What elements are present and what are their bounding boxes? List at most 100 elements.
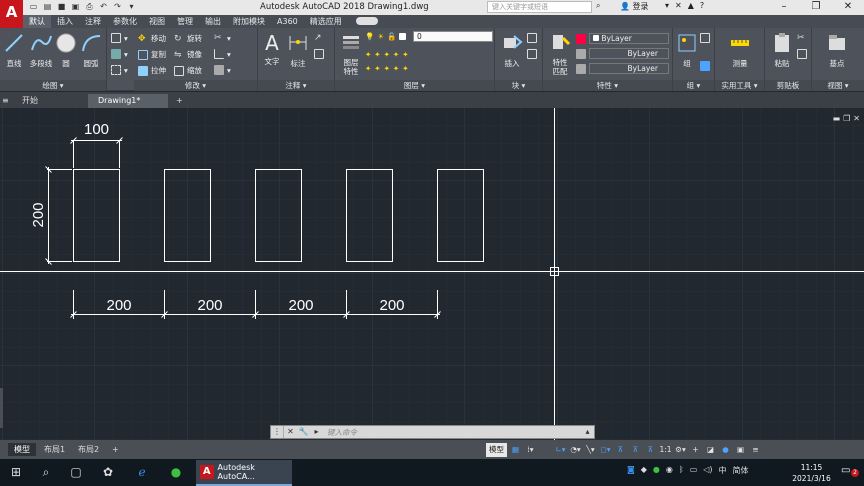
hatch-tool[interactable]: ▾ [111, 49, 128, 59]
lock-icon[interactable]: 🔓 [387, 32, 396, 41]
workspace-dropdown-icon[interactable]: ▾ [126, 1, 137, 12]
circle-button[interactable]: 圆 [55, 32, 77, 69]
insert-block-button[interactable]: 插入 [499, 32, 525, 69]
green-app-icon[interactable]: ● [166, 463, 186, 482]
layer-thaw-icon[interactable]: ✦ [393, 64, 399, 73]
ungroup-tool[interactable] [700, 33, 710, 43]
layer-iso-icon[interactable]: ✦ [365, 50, 371, 59]
panel-draw-title[interactable]: 绘图 ▾ [0, 80, 106, 91]
viewport-close-icon[interactable]: ✕ [853, 114, 860, 123]
base-view-button[interactable]: 基点 [824, 32, 850, 69]
tab-featured-apps[interactable]: 精选应用 [304, 15, 348, 28]
panel-layers-title[interactable]: 图层 ▾ [335, 80, 494, 91]
login-button[interactable]: 👤 登录 [620, 1, 649, 12]
panel-clipboard-title[interactable]: 剪贴板 [765, 80, 811, 91]
move-button[interactable]: ✥ 移动 [138, 33, 166, 44]
stretch-button[interactable]: 拉伸 [138, 65, 166, 76]
mirror-button[interactable]: ⇋ 镜像 [174, 49, 202, 60]
tab-layout1[interactable]: 布局1 [38, 443, 71, 456]
search-input[interactable]: 键入关键字或短语 [487, 1, 592, 13]
tab-model[interactable]: 模型 [8, 443, 36, 456]
save-icon[interactable]: ■ [56, 1, 67, 12]
undo-icon[interactable]: ↶ [98, 1, 109, 12]
command-settings-icon[interactable]: 🔧 [297, 426, 310, 438]
tab-a360[interactable]: A360 [271, 15, 304, 28]
new-tab-button[interactable]: + [172, 94, 187, 108]
hardware-accel-icon[interactable]: ● [719, 443, 732, 457]
paste-button[interactable]: 粘贴 [769, 32, 795, 69]
arc-button[interactable]: 圆弧 [80, 32, 102, 69]
lineweight-select[interactable]: ByLayer [589, 63, 669, 74]
layer-unlock-icon[interactable]: ✦ [402, 64, 408, 73]
command-close-icon[interactable]: ✕ [284, 426, 297, 438]
new-file-icon[interactable]: ▭ [28, 1, 39, 12]
viewport-minimize-icon[interactable]: ▬ [833, 114, 841, 123]
linetype-select[interactable]: ByLayer [589, 48, 669, 59]
new-layout-button[interactable]: + [106, 443, 125, 456]
windows-start-icon[interactable]: ⊞ [6, 463, 26, 482]
tab-output[interactable]: 输出 [199, 15, 227, 28]
layer-color-swatch[interactable] [399, 33, 407, 40]
layer-properties-button[interactable]: 图层 特性 [339, 32, 363, 76]
layer-previous-icon[interactable]: ✦ [384, 64, 390, 73]
app-tray-icon[interactable]: ◆ [641, 465, 647, 476]
command-prompt-icon[interactable]: ▸ [310, 426, 323, 438]
table-tool[interactable] [314, 49, 324, 59]
restore-button[interactable]: ❐ [800, 0, 832, 15]
application-menu-button[interactable]: A [0, 0, 23, 28]
layer-lock-icon[interactable]: ✦ [402, 50, 408, 59]
tab-layout2[interactable]: 布局2 [72, 443, 105, 456]
layer-current-icon[interactable]: ✦ [374, 64, 380, 73]
tab-drawing1[interactable]: Drawing1* ✕ [88, 94, 168, 119]
command-history-icon[interactable]: ▴ [581, 426, 594, 438]
model-space-button[interactable]: 模型 [486, 443, 507, 457]
pinwheel-app-icon[interactable]: ✿ [98, 463, 118, 482]
grid-toggle-icon[interactable]: ▦ [509, 443, 522, 457]
tab-view[interactable]: 视图 [143, 15, 171, 28]
create-block-tool[interactable] [527, 33, 537, 43]
dimension-button[interactable]: 标注 [287, 32, 309, 69]
search-taskbar-icon[interactable]: ⌕ [36, 463, 56, 482]
cut-tool[interactable]: ✂ [797, 33, 807, 43]
layer-select[interactable]: 0 [413, 31, 493, 42]
command-line-grip[interactable]: ⋮ [271, 426, 284, 438]
copy-clip-tool[interactable] [797, 49, 807, 59]
polar-toggle-icon[interactable]: ◔▾ [569, 443, 582, 457]
edit-block-tool[interactable] [527, 49, 537, 59]
cart-icon[interactable]: ▾ [665, 1, 669, 10]
tab-manage[interactable]: 管理 [171, 15, 199, 28]
notification-center-icon[interactable]: ▭ 2 [841, 465, 859, 479]
panel-properties-title[interactable]: 特性 ▾ [543, 80, 672, 91]
model-space[interactable]: 100 200 200 200 200 200 [0, 108, 864, 440]
osnap-toggle-icon[interactable]: ◻▾ [599, 443, 612, 457]
ime-label[interactable]: 简体 [733, 465, 749, 476]
taskbar-clock[interactable]: 11:15 2021/3/16 [789, 462, 834, 484]
plus-icon[interactable]: + [689, 443, 702, 457]
viewport-restore-icon[interactable]: ❐ [843, 114, 850, 123]
layer-match-icon[interactable]: ✦ [374, 50, 380, 59]
polyline-button[interactable]: 多段线 [27, 32, 55, 69]
print-icon[interactable]: ⎙ [84, 1, 95, 12]
save-as-icon[interactable]: ▣ [70, 1, 81, 12]
command-input[interactable]: 键入命令 [323, 427, 581, 438]
open-file-icon[interactable]: ▤ [42, 1, 53, 12]
line-button[interactable]: 直线 [3, 32, 25, 69]
volume-icon[interactable]: ◁) [703, 465, 712, 476]
scale-button[interactable]: 缩放 [174, 65, 202, 76]
help-icon[interactable]: ? [700, 1, 704, 10]
ribbon-minimize-toggle[interactable] [355, 17, 378, 25]
group-select-tool[interactable] [700, 61, 710, 71]
rotate-button[interactable]: ↻ 旋转 [174, 33, 202, 44]
measure-button[interactable]: 测量 [727, 32, 753, 69]
workspace-gear-icon[interactable]: ⚙▾ [674, 443, 687, 457]
match-properties-button[interactable]: 特性 匹配 [547, 32, 573, 76]
group-button[interactable]: 组 [676, 32, 698, 69]
annotation-scale-icon[interactable]: ⊼ [644, 443, 657, 457]
sun-icon[interactable]: ☀ [377, 32, 384, 41]
tab-default[interactable]: 默认 [23, 15, 51, 28]
drawing-canvas[interactable]: 100 200 200 200 200 200 ▬ ❐ ✕ [0, 108, 864, 440]
rectangle-tool[interactable]: ▾ [111, 33, 128, 43]
leader-tool[interactable]: ↗ [314, 33, 324, 43]
exchange-icon[interactable]: ✕ [675, 1, 682, 10]
panel-block-title[interactable]: 块 ▾ [495, 80, 542, 91]
